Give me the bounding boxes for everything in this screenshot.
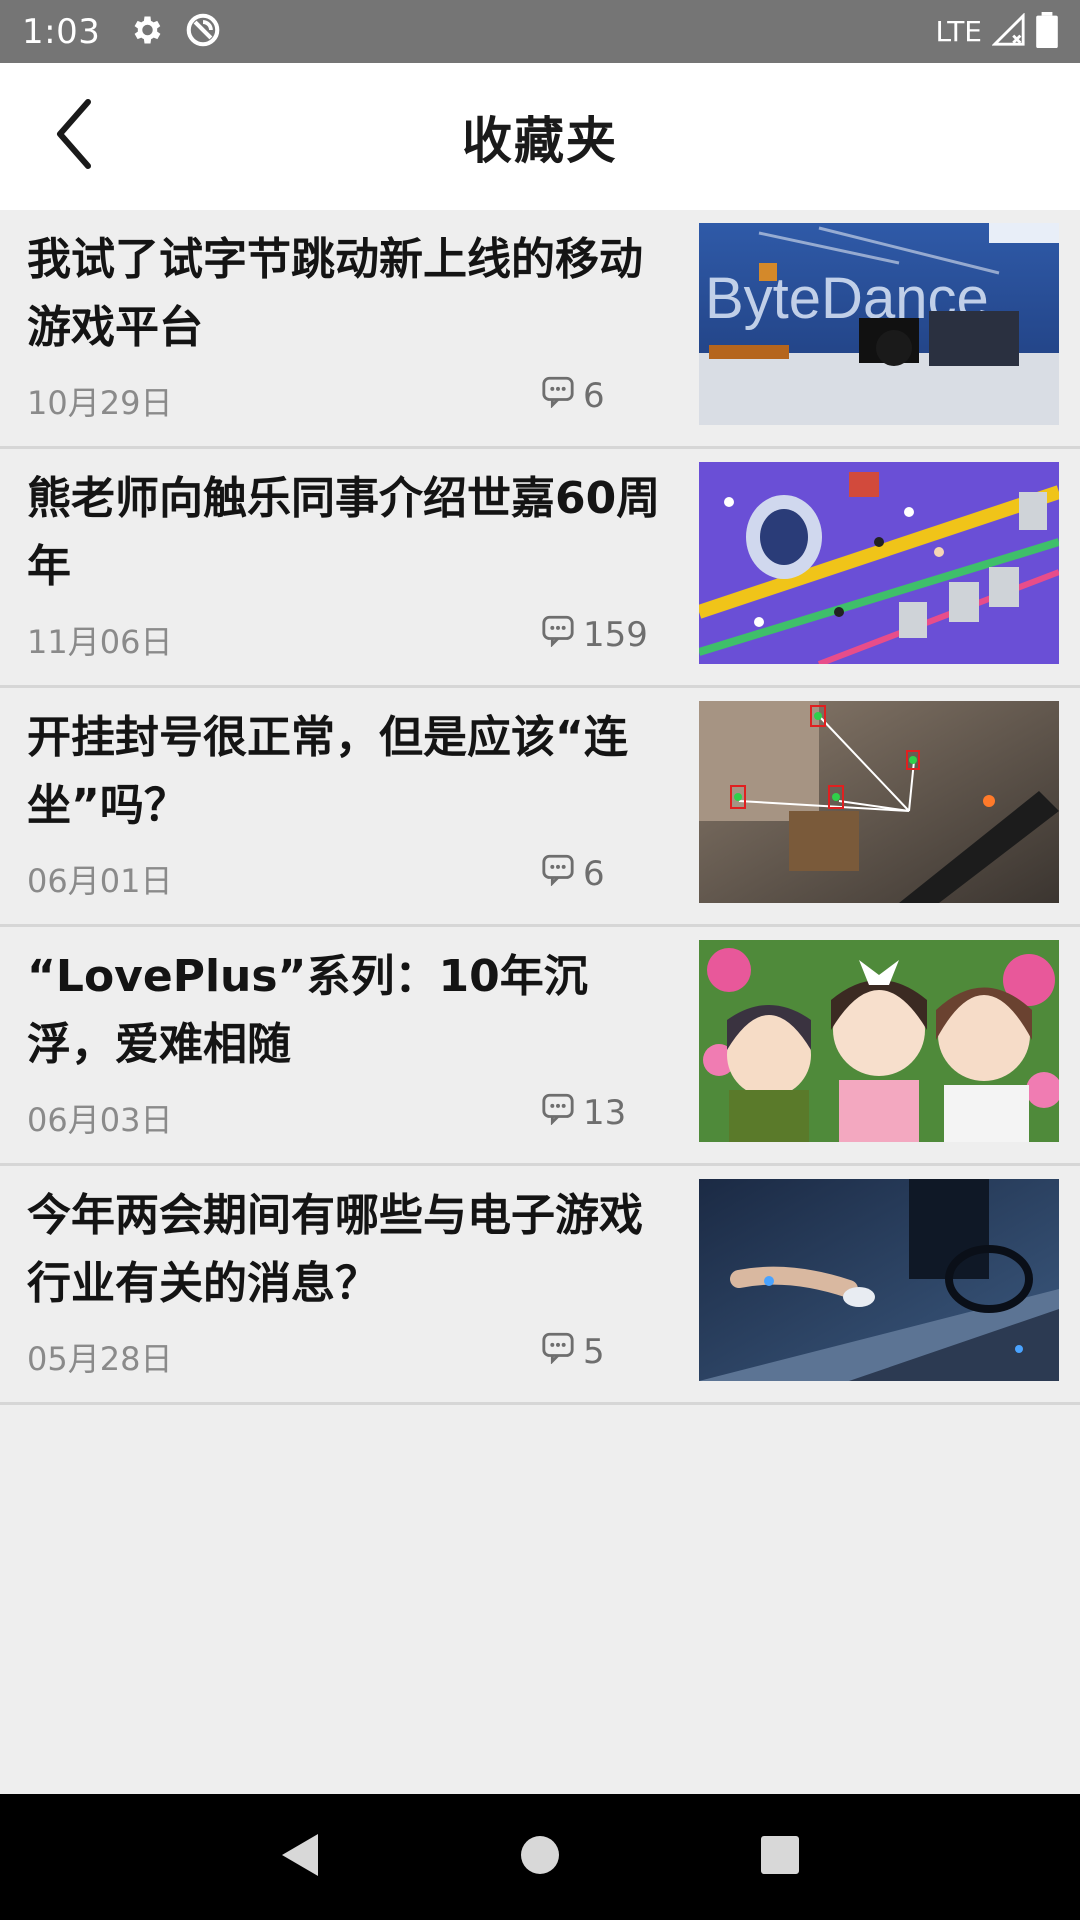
- nav-back-icon: [278, 1830, 322, 1884]
- nav-back-button[interactable]: [260, 1817, 340, 1897]
- status-bar: 1:03 LTE: [0, 0, 1080, 63]
- gear-icon: [128, 12, 164, 52]
- article-thumbnail: [699, 462, 1059, 664]
- list-item[interactable]: 开挂封号很正常，但是应该“连坐”吗？ 06月01日 6: [0, 688, 1080, 927]
- favorites-list: 我试了试字节跳动新上线的移动游戏平台 10月29日 6 ByteDance 熊老…: [0, 210, 1080, 1405]
- signal-icon: [991, 11, 1026, 51]
- back-button[interactable]: [38, 91, 108, 181]
- list-item[interactable]: 熊老师向触乐同事介绍世嘉60周年 11月06日 159: [0, 449, 1080, 688]
- status-time: 1:03: [22, 11, 101, 52]
- article-date: 06月01日: [27, 862, 173, 900]
- article-title: 开挂封号很正常，但是应该“连坐”吗？: [27, 712, 628, 831]
- data-saver-icon: [184, 11, 222, 53]
- comment-icon: [541, 1330, 575, 1373]
- comment-icon: [541, 374, 575, 417]
- system-nav-bar: [0, 1794, 1080, 1920]
- network-type: LTE: [935, 15, 982, 48]
- list-item[interactable]: 今年两会期间有哪些与电子游戏行业有关的消息？ 05月28日 5: [0, 1166, 1080, 1405]
- comment-count: 159: [541, 613, 648, 656]
- comment-icon: [541, 613, 575, 656]
- nav-recents-icon: [758, 1833, 802, 1881]
- comment-count: 6: [541, 374, 605, 417]
- list-item[interactable]: “LovePlus”系列：10年沉浮，爱难相随 06月03日 13: [0, 927, 1080, 1166]
- comment-count-value: 13: [583, 1092, 627, 1133]
- comment-count-value: 6: [583, 853, 605, 894]
- page-title: 收藏夹: [462, 111, 618, 170]
- nav-home-icon: [518, 1833, 562, 1881]
- back-arrow-icon: [48, 94, 98, 178]
- article-date: 05月28日: [27, 1340, 173, 1378]
- article-date: 11月06日: [27, 623, 173, 661]
- comment-count-value: 5: [583, 1331, 605, 1372]
- article-title: 我试了试字节跳动新上线的移动游戏平台: [27, 234, 643, 353]
- article-thumbnail: [699, 940, 1059, 1142]
- article-date: 10月29日: [27, 384, 173, 422]
- article-thumbnail: [699, 701, 1059, 903]
- comment-icon: [541, 1091, 575, 1134]
- article-thumbnail: ByteDance: [699, 223, 1059, 425]
- status-left-icons: [128, 11, 222, 53]
- comment-count: 5: [541, 1330, 605, 1373]
- article-date: 06月03日: [27, 1101, 173, 1139]
- nav-home-button[interactable]: [500, 1817, 580, 1897]
- article-title: “LovePlus”系列：10年沉浮，爱难相随: [27, 951, 588, 1070]
- nav-recents-button[interactable]: [740, 1817, 820, 1897]
- comment-count: 13: [541, 1091, 626, 1134]
- comment-count-value: 159: [583, 614, 648, 655]
- list-item[interactable]: 我试了试字节跳动新上线的移动游戏平台 10月29日 6 ByteDance: [0, 210, 1080, 449]
- battery-icon: [1036, 11, 1058, 52]
- comment-count: 6: [541, 852, 605, 895]
- app-bar: 收藏夹: [0, 63, 1080, 210]
- article-thumbnail: [699, 1179, 1059, 1381]
- comment-count-value: 6: [583, 375, 605, 416]
- article-title: 熊老师向触乐同事介绍世嘉60周年: [27, 473, 661, 592]
- article-title: 今年两会期间有哪些与电子游戏行业有关的消息？: [27, 1190, 643, 1309]
- comment-icon: [541, 852, 575, 895]
- status-right-icons: LTE: [935, 11, 1058, 52]
